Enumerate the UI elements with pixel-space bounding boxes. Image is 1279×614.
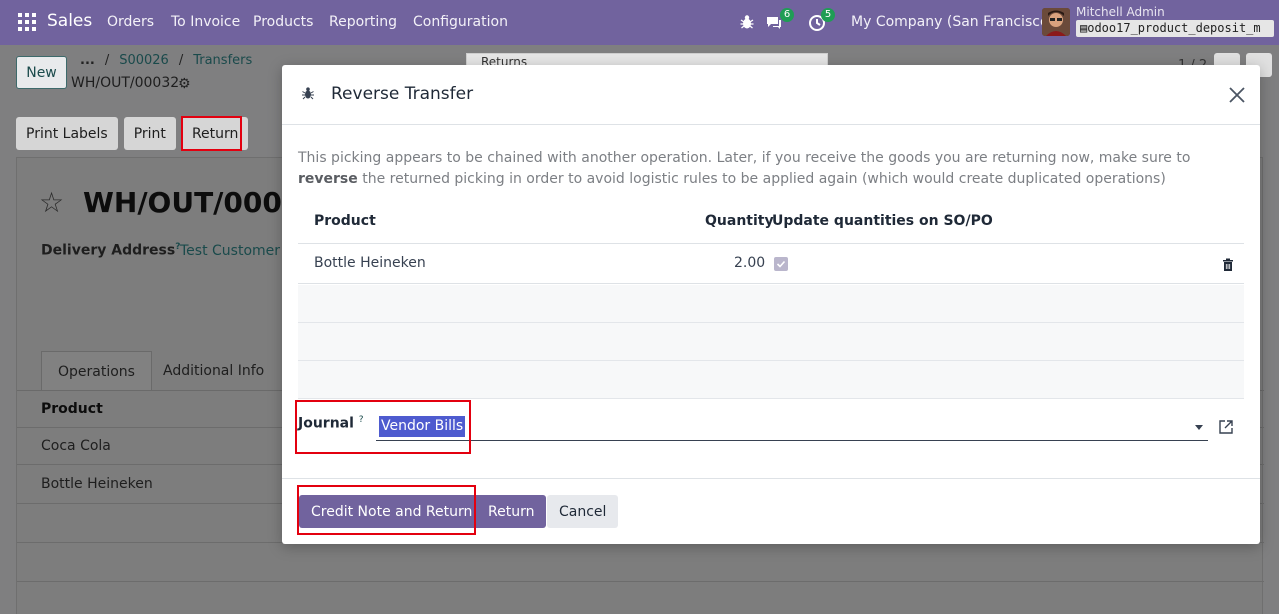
- menu-configuration[interactable]: Configuration: [413, 14, 508, 30]
- messages-count-badge: 6: [780, 8, 794, 22]
- menu-reporting[interactable]: Reporting: [329, 14, 397, 30]
- tab-additional-info[interactable]: Additional Info: [147, 351, 280, 391]
- breadcrumb-sale-order[interactable]: S00026: [119, 53, 169, 68]
- action-buttons-bar: Print Labels Print Return: [16, 117, 249, 150]
- table-row: [17, 544, 1264, 582]
- chained-operation-notice: This picking appears to be chained with …: [298, 148, 1248, 190]
- current-record-name: WH/OUT/00032: [71, 75, 180, 91]
- avatar-portrait-icon: [1042, 8, 1070, 36]
- notice-text-end: the returned picking in order to avoid l…: [362, 171, 1166, 187]
- header-divider: [298, 243, 1244, 244]
- gear-icon[interactable]: ⚙: [178, 76, 191, 92]
- line-product-name: Bottle Heineken: [41, 476, 153, 492]
- apps-menu-icon[interactable]: [18, 13, 36, 31]
- return-submit-button[interactable]: Return: [476, 495, 547, 528]
- delivery-address-label: Delivery Address?: [41, 242, 180, 259]
- row-product-name[interactable]: Bottle Heineken: [314, 255, 426, 271]
- table-row: [17, 583, 1264, 614]
- credit-note-and-return-button[interactable]: Credit Note and Return: [299, 495, 485, 528]
- table-row: [298, 285, 1244, 323]
- table-row: [298, 323, 1244, 361]
- return-button[interactable]: Return: [181, 117, 249, 150]
- breadcrumb-more[interactable]: ...: [80, 53, 95, 68]
- print-button[interactable]: Print: [123, 117, 176, 150]
- menu-to-invoice[interactable]: To Invoice: [171, 14, 240, 30]
- notice-bold-word: reverse: [298, 171, 358, 187]
- delivery-address-value[interactable]: Test Customer: [180, 243, 280, 259]
- delete-line-trash-icon[interactable]: [1220, 257, 1236, 273]
- journal-selected-value[interactable]: Vendor Bills: [379, 416, 466, 437]
- breadcrumb-separator: /: [104, 53, 110, 68]
- menu-orders[interactable]: Orders: [107, 14, 154, 30]
- menu-products[interactable]: Products: [253, 14, 313, 30]
- breadcrumb-transfers[interactable]: Transfers: [193, 53, 252, 68]
- dialog-title: Reverse Transfer: [331, 84, 474, 104]
- delivery-address-label-text: Delivery Address: [41, 242, 176, 259]
- top-navbar: Sales Orders To Invoice Products Reporti…: [0, 0, 1279, 45]
- column-header-update-so-po[interactable]: Update quantities on SO/PO: [772, 213, 993, 229]
- update-quantities-checkbox[interactable]: [774, 257, 788, 271]
- journal-label-text: Journal: [298, 415, 354, 432]
- close-icon[interactable]: [1226, 84, 1248, 106]
- notice-text-start: This picking appears to be chained with …: [298, 150, 1191, 166]
- breadcrumb: ... / S00026 / Transfers: [80, 53, 252, 68]
- print-labels-button[interactable]: Print Labels: [16, 117, 118, 150]
- journal-select-field[interactable]: Vendor Bills: [376, 415, 1208, 441]
- table-row: [298, 361, 1244, 399]
- debug-bug-icon[interactable]: [737, 12, 757, 32]
- column-header-quantity[interactable]: Quantity: [705, 213, 774, 229]
- journal-label: Journal ?: [298, 415, 364, 432]
- checkmark-icon: [776, 260, 786, 268]
- debug-bug-icon: [302, 87, 314, 100]
- breadcrumb-separator: /: [178, 53, 184, 68]
- favorite-star-icon[interactable]: ☆: [39, 186, 64, 219]
- column-header-product[interactable]: Product: [314, 213, 376, 229]
- new-button[interactable]: New: [16, 56, 67, 89]
- app-name[interactable]: Sales: [47, 11, 92, 31]
- lines-header-product: Product: [41, 401, 103, 417]
- line-product-name: Coca Cola: [41, 438, 111, 454]
- user-name[interactable]: Mitchell Admin: [1076, 5, 1165, 19]
- external-link-icon[interactable]: [1218, 419, 1234, 435]
- row-quantity-value[interactable]: 2.00: [734, 255, 765, 271]
- database-name: odoo17_product_deposit_m: [1087, 21, 1261, 35]
- chevron-down-icon[interactable]: [1195, 425, 1203, 430]
- activities-count-badge: 5: [821, 8, 835, 22]
- reverse-transfer-dialog: Reverse Transfer This picking appears to…: [282, 65, 1260, 544]
- cancel-button[interactable]: Cancel: [547, 495, 619, 528]
- database-name-badge: ▤odoo17_product_deposit_m: [1076, 20, 1274, 37]
- tab-operations[interactable]: Operations: [41, 351, 152, 391]
- user-avatar[interactable]: [1042, 8, 1070, 36]
- row-divider: [298, 283, 1244, 284]
- help-tooltip-icon[interactable]: ?: [359, 415, 364, 425]
- company-switcher[interactable]: My Company (San Francisco): [851, 14, 1054, 30]
